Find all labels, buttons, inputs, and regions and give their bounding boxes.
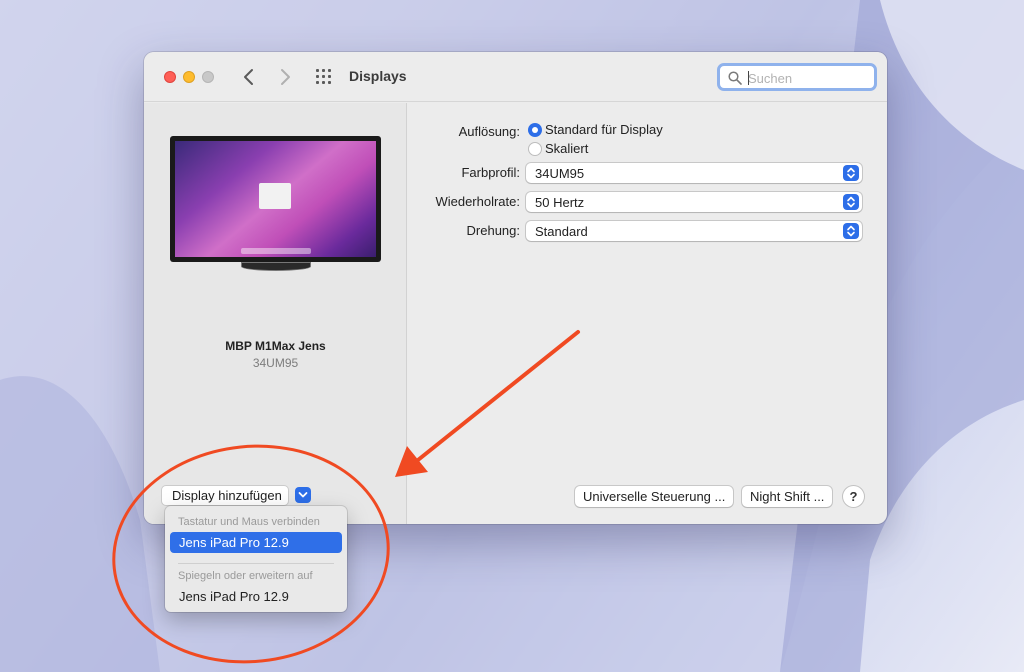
monitor-image[interactable] (170, 136, 381, 262)
zoom-button[interactable] (202, 71, 214, 83)
monitor-stand (241, 262, 311, 271)
display-model: 34UM95 (252, 356, 299, 370)
search-input[interactable] (748, 69, 868, 87)
show-all-grid-icon[interactable] (316, 69, 333, 86)
color-profile-row: Farbprofil: (414, 162, 520, 184)
resolution-default-radio[interactable] (528, 123, 542, 137)
color-profile-value: 34UM95 (535, 166, 585, 181)
monitor-screen (175, 141, 376, 257)
window-title: Displays (349, 68, 407, 84)
resolution-label: Auflösung: (458, 124, 520, 139)
updown-chevron-icon (843, 194, 859, 210)
rotation-select[interactable]: Standard (526, 221, 862, 241)
updown-chevron-icon (843, 165, 859, 181)
updown-chevron-icon (843, 223, 859, 239)
refresh-rate-row: Wiederholrate: (414, 191, 520, 213)
rotation-value: Standard (535, 224, 588, 239)
text-caret (748, 71, 749, 85)
help-button[interactable]: ? (843, 486, 864, 507)
forward-icon[interactable] (275, 66, 295, 88)
color-profile-select[interactable]: 34UM95 (526, 163, 862, 183)
universal-control-button[interactable]: Universelle Steuerung ... (575, 486, 734, 507)
minimize-button[interactable] (183, 71, 195, 83)
search-field[interactable] (717, 63, 877, 91)
mini-window (259, 183, 291, 209)
rotation-label: Drehung: (466, 223, 520, 238)
search-icon (728, 71, 742, 85)
color-profile-label: Farbprofil: (461, 165, 520, 180)
mini-dock (241, 248, 311, 254)
title-bar: Displays (144, 52, 887, 102)
close-button[interactable] (164, 71, 176, 83)
rotation-row: Drehung: (414, 220, 520, 242)
display-name: MBP M1Max Jens (225, 339, 326, 353)
resolution-scaled-label[interactable]: Skaliert (545, 141, 588, 156)
night-shift-button[interactable]: Night Shift ... (742, 486, 833, 507)
refresh-rate-value: 50 Hertz (535, 195, 585, 210)
back-icon[interactable] (239, 66, 259, 88)
resolution-row: Auflösung: (414, 121, 520, 143)
refresh-rate-label: Wiederholrate: (435, 194, 520, 209)
resolution-default-label[interactable]: Standard für Display (545, 122, 663, 137)
resolution-scaled-radio[interactable] (528, 142, 542, 156)
refresh-rate-select[interactable]: 50 Hertz (526, 192, 862, 212)
